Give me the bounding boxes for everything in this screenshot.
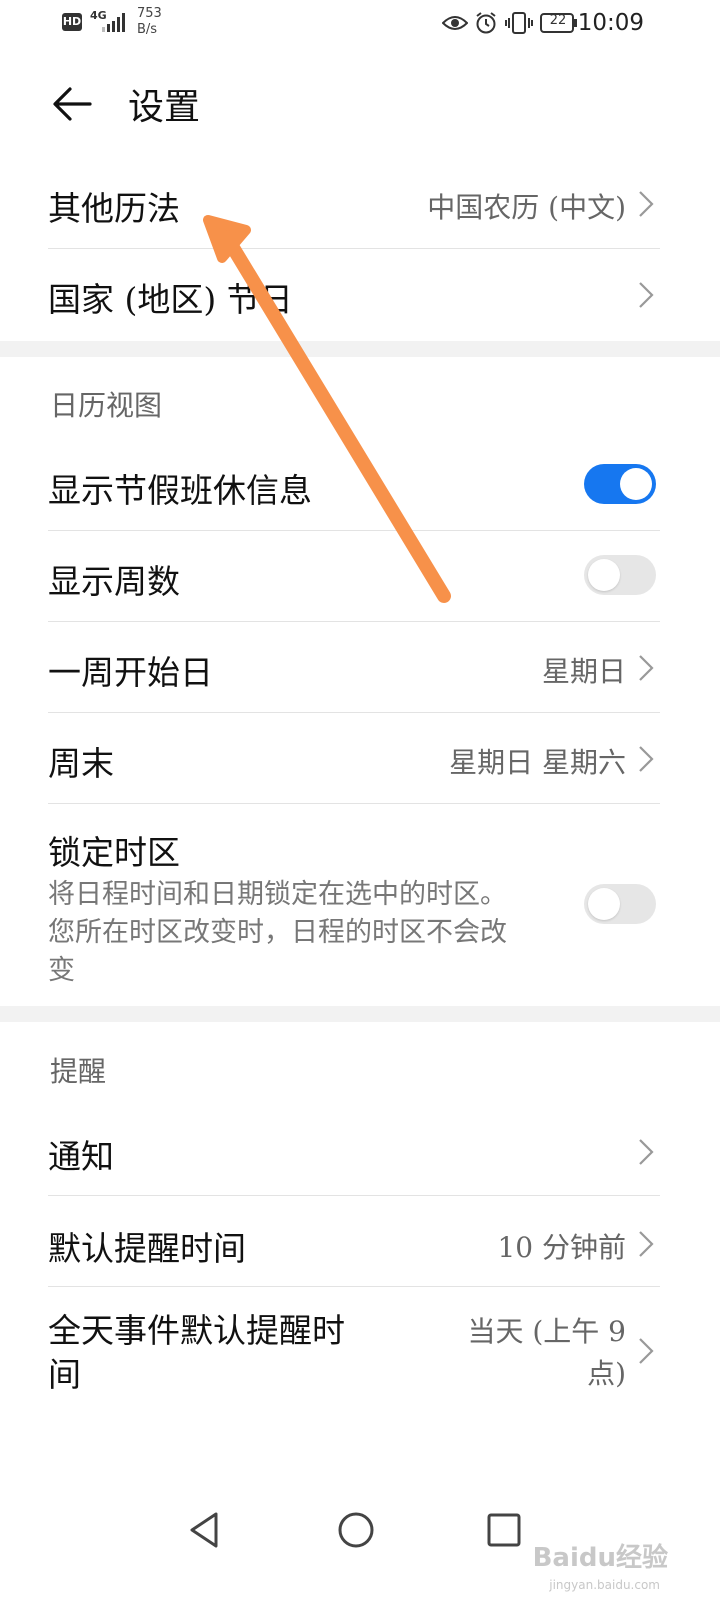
baidu-watermark: Baidu经验 — [532, 1543, 668, 1573]
holidays-label: 国家 (地区) 节日 — [48, 280, 293, 319]
speed-value: 753 — [137, 6, 162, 21]
show-holidays-toggle[interactable] — [584, 464, 656, 504]
week-start-label: 一周开始日 — [48, 653, 213, 692]
square-recents-icon[interactable] — [482, 1508, 526, 1552]
section-header-reminders: 提醒 — [50, 1055, 107, 1088]
chevron-right-icon — [639, 1338, 654, 1364]
alarm-icon — [476, 12, 496, 34]
eye-icon — [442, 16, 468, 30]
lock-timezone-label: 锁定时区 — [48, 833, 180, 872]
default-reminder-row[interactable]: 默认提醒时间 10 分钟前 — [48, 1196, 660, 1287]
weekend-row[interactable]: 周末 星期日 星期六 — [48, 713, 660, 804]
toggle-knob — [588, 559, 620, 591]
all-day-reminder-value-line2: 点) — [587, 1357, 626, 1390]
chevron-right-icon — [639, 282, 654, 308]
all-day-reminder-value-line1: 当天 (上午 9 — [467, 1315, 626, 1348]
chevron-right-icon — [639, 1139, 654, 1165]
section-divider — [0, 1006, 720, 1022]
baidu-watermark-url: jingyan.baidu.com — [549, 1578, 660, 1592]
show-holidays-label: 显示节假班休信息 — [48, 471, 312, 510]
all-day-reminder-label-line2: 间 — [48, 1355, 81, 1394]
notifications-row[interactable]: 通知 — [48, 1104, 660, 1196]
chevron-right-icon — [639, 1231, 654, 1257]
week-start-row[interactable]: 一周开始日 星期日 — [48, 622, 660, 713]
section-divider — [0, 341, 720, 357]
all-day-reminder-label-line1: 全天事件默认提醒时 — [48, 1311, 345, 1350]
toggle-knob — [588, 888, 620, 920]
weekend-label: 周末 — [48, 744, 114, 783]
other-calendars-label: 其他历法 — [48, 189, 180, 228]
show-week-numbers-label: 显示周数 — [48, 562, 180, 601]
holidays-row[interactable]: 国家 (地区) 节日 — [48, 249, 660, 339]
chevron-right-icon — [639, 655, 654, 681]
section-header-calendar-view: 日历视图 — [50, 389, 163, 422]
signal-icon — [102, 13, 125, 32]
battery-level: 22 — [549, 13, 567, 28]
page-title: 设置 — [128, 87, 201, 128]
other-calendars-value: 中国农历 (中文) — [427, 191, 626, 224]
status-bar: HD 4G 753 B/s 22 10:09 — [0, 0, 720, 48]
all-day-reminder-value: 当天 (上午 9 点) — [467, 1311, 626, 1395]
all-day-reminder-row[interactable]: 全天事件默认提醒时 间 当天 (上午 9 点) — [48, 1287, 660, 1407]
speed-unit: B/s — [137, 22, 158, 37]
weekend-value: 星期日 星期六 — [449, 746, 626, 779]
vibrate-icon — [505, 12, 533, 34]
hd-icon: HD — [62, 13, 82, 31]
show-holidays-row: 显示节假班休信息 — [48, 440, 660, 531]
lock-timezone-row: 锁定时区 将日程时间和日期锁定在选中的时区。您所在时区改变时，日程的时区不会改变 — [48, 804, 660, 1004]
arrow-left-icon[interactable] — [50, 82, 94, 126]
default-reminder-value: 10 分钟前 — [497, 1231, 626, 1264]
chevron-right-icon — [639, 746, 654, 772]
show-week-numbers-row: 显示周数 — [48, 531, 660, 622]
chevron-right-icon — [639, 191, 654, 217]
circle-home-icon[interactable] — [334, 1508, 378, 1552]
week-start-value: 星期日 — [541, 655, 626, 688]
default-reminder-label: 默认提醒时间 — [48, 1229, 246, 1268]
app-bar: 设置 — [0, 60, 720, 150]
show-week-numbers-toggle[interactable] — [584, 555, 656, 595]
triangle-back-icon[interactable] — [184, 1508, 228, 1552]
all-day-reminder-label: 全天事件默认提醒时 间 — [48, 1309, 345, 1397]
clock: 10:09 — [577, 10, 644, 36]
network-speed: 753 B/s — [137, 6, 162, 38]
lock-timezone-toggle[interactable] — [584, 884, 656, 924]
notifications-label: 通知 — [48, 1137, 114, 1176]
other-calendars-row[interactable]: 其他历法 中国农历 (中文) — [48, 158, 660, 249]
toggle-knob — [620, 468, 652, 500]
lock-timezone-description: 将日程时间和日期锁定在选中的时区。您所在时区改变时，日程的时区不会改变 — [48, 879, 507, 986]
